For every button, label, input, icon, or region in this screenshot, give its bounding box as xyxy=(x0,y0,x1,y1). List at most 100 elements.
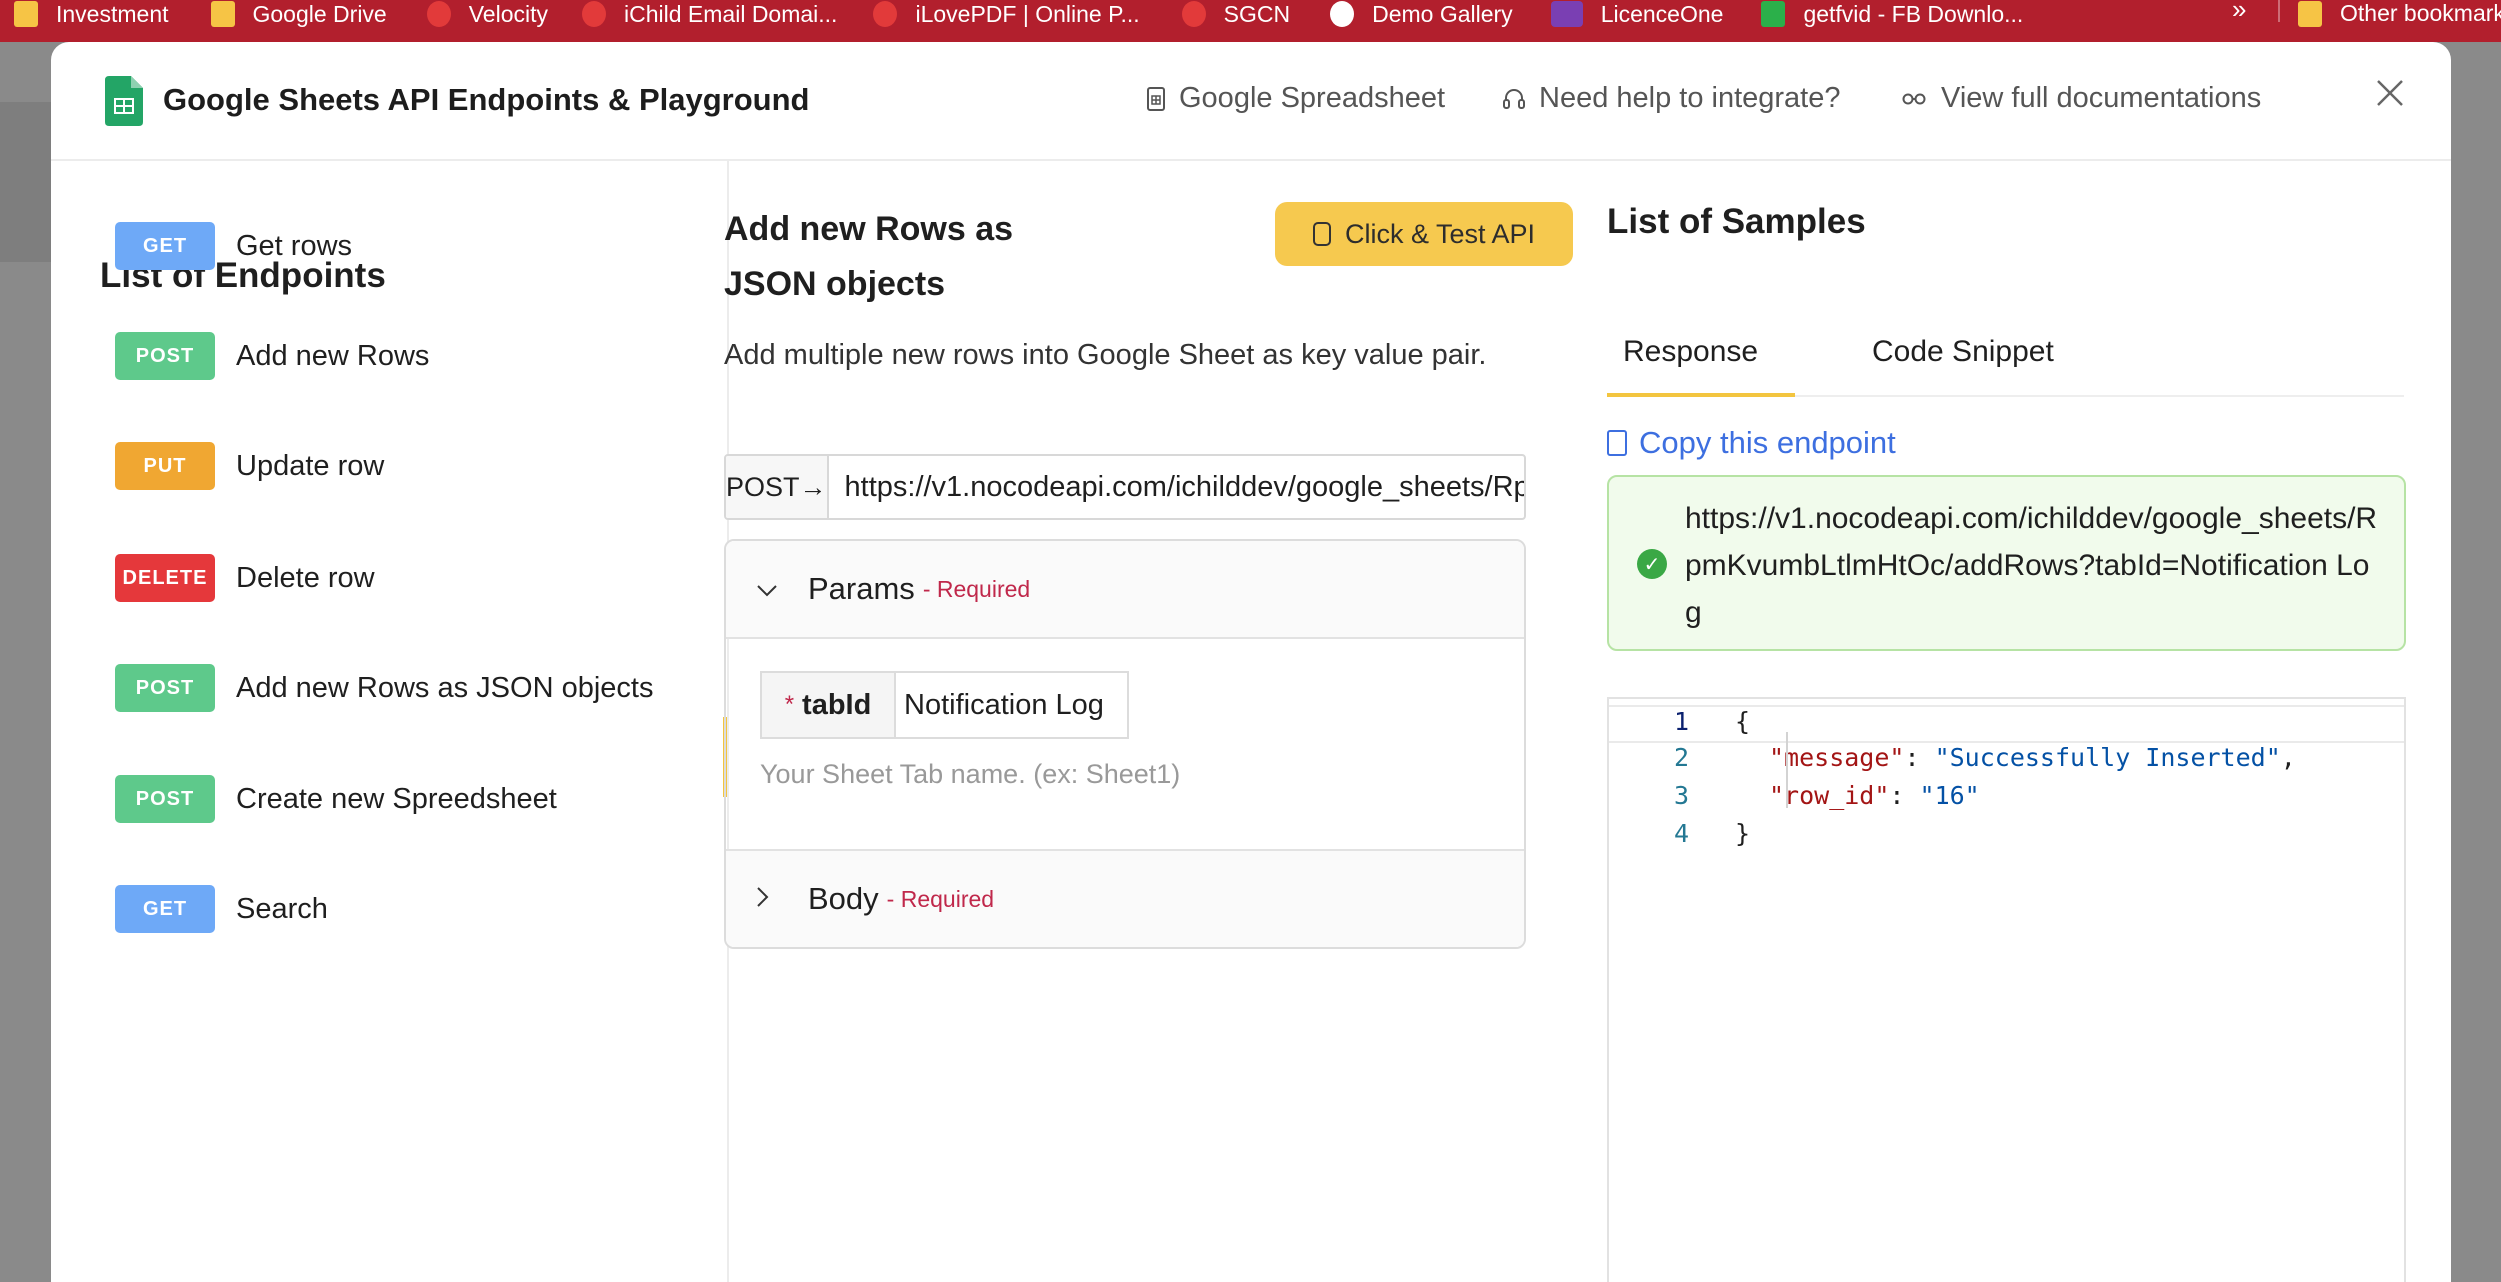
tabid-param-key: * tabId xyxy=(762,673,896,737)
endpoint-label: Get rows xyxy=(236,229,353,262)
page-backdrop-right xyxy=(2451,42,2501,1272)
endpoint-item[interactable]: DELETE Delete row xyxy=(115,554,375,602)
method-label: POST→ xyxy=(726,456,829,518)
code-text: } xyxy=(1735,819,1751,848)
spreadsheet-icon xyxy=(1147,86,1165,111)
samples-tabs: Response Code Snippet xyxy=(1607,325,2404,397)
params-body: * tabId Notification Log Your Sheet Tab … xyxy=(726,637,1524,851)
code-text: "message": "Successfully Inserted", xyxy=(1769,743,2296,772)
params-header[interactable]: Params - Required xyxy=(726,541,1524,637)
headset-icon xyxy=(1503,88,1525,109)
method-badge: PUT xyxy=(115,442,215,490)
code-line: 3 "row_id": "16" xyxy=(1609,781,2404,819)
other-bookmarks[interactable]: Other bookmarks xyxy=(2298,0,2501,27)
endpoint-item[interactable]: POST Add new Rows as JSON objects xyxy=(115,664,653,712)
bookmark-item[interactable]: iChild Email Domai... xyxy=(582,1,837,28)
indent-guide xyxy=(1786,732,1788,808)
bookmark-item[interactable]: SGCN xyxy=(1181,1,1290,28)
bookmark-item[interactable]: getfvid - FB Downlo... xyxy=(1761,1,2023,28)
page-backdrop-left xyxy=(0,42,51,1272)
bookmark-item[interactable]: Velocity xyxy=(426,1,548,28)
endpoint-item[interactable]: GET Get rows xyxy=(115,222,352,270)
folder-icon xyxy=(2298,0,2322,27)
ilovepdf-icon xyxy=(873,1,898,27)
response-code-editor[interactable]: 1{2 "message": "Successfully Inserted", 3 "… xyxy=(1607,697,2406,1282)
code-line: 2 "message": "Successfully Inserted", xyxy=(1609,743,2404,781)
json-value: "Successfully Inserted" xyxy=(1934,743,2281,772)
click-test-api-button[interactable]: Click & Test API xyxy=(1275,202,1573,266)
bookmark-item[interactable]: Google Drive xyxy=(210,1,387,28)
bookmarks-bar: Investment Google Drive Velocity iChild Ema… xyxy=(0,0,2501,42)
body-required-label: - Required xyxy=(886,885,995,912)
endpoint-url-field[interactable]: POST→ https://v1.nocodeapi.com/ichilddev… xyxy=(724,454,1526,520)
endpoint-label: Update row xyxy=(236,449,385,482)
chevron-down-icon xyxy=(756,574,786,605)
method-badge: DELETE xyxy=(115,554,215,602)
copy-icon xyxy=(1607,430,1627,456)
tabid-param-field: * tabId Notification Log xyxy=(760,671,1129,739)
bookmark-item[interactable]: Demo Gallery xyxy=(1330,1,1513,28)
endpoint-url-box: ✓ https://v1.nocodeapi.com/ichilddev/goo… xyxy=(1607,475,2406,651)
bookmark-item[interactable]: iLovePDF | Online P... xyxy=(873,1,1140,28)
tabid-input[interactable]: Notification Log xyxy=(896,673,1104,737)
line-number: 2 xyxy=(1673,743,1689,772)
line-number: 4 xyxy=(1673,819,1689,848)
endpoint-label: Create new Spreedsheet xyxy=(236,782,557,815)
endpoint-label: Search xyxy=(236,892,328,925)
google-spreadsheet-link[interactable]: Google Spreadsheet xyxy=(1147,82,1445,115)
sgcn-icon xyxy=(1181,1,1206,27)
chevron-right-icon xyxy=(756,884,786,915)
endpoints-panel: List of Endpoints GET Get rows POST Add new… xyxy=(51,159,729,1282)
method-badge: GET xyxy=(115,222,215,270)
tab-code-snippet[interactable]: Code Snippet xyxy=(1872,335,2054,369)
sample-endpoint-url: https://v1.nocodeapi.com/ichilddev/googl… xyxy=(1685,502,2378,629)
method-badge: GET xyxy=(115,885,215,933)
copy-endpoint-link[interactable]: Copy this endpoint xyxy=(1607,425,1896,461)
bookmarks-separator xyxy=(2278,0,2280,22)
code-line: 4} xyxy=(1609,819,2404,857)
endpoint-item[interactable]: GET Search xyxy=(115,885,328,933)
mail-icon xyxy=(582,1,606,27)
bookmarks-overflow-button[interactable]: » xyxy=(2232,0,2246,25)
modal-header: Google Sheets API Endpoints & Playground… xyxy=(51,42,2451,161)
tabid-help-text: Your Sheet Tab name. (ex: Sheet1) xyxy=(760,759,1181,789)
endpoint-description: Add multiple new rows into Google Sheet … xyxy=(724,339,1487,371)
folder-icon xyxy=(210,1,235,27)
line-number: 3 xyxy=(1673,781,1689,810)
request-accordion: Params - Required * tabId Notification L… xyxy=(724,539,1526,949)
velocity-icon xyxy=(426,1,451,27)
folder-icon xyxy=(14,1,38,27)
view-documentation-link[interactable]: View full documentations xyxy=(1901,82,2261,115)
method-badge: POST xyxy=(115,775,215,823)
check-circle-icon: ✓ xyxy=(1637,549,1667,579)
link-icon xyxy=(1902,93,1926,104)
help-integrate-link[interactable]: Need help to integrate? xyxy=(1503,82,1841,115)
code-line: 1{ xyxy=(1609,705,2404,743)
samples-heading: List of Samples xyxy=(1607,202,1866,241)
globe-icon xyxy=(1330,1,1355,27)
endpoint-url[interactable]: https://v1.nocodeapi.com/ichilddev/googl… xyxy=(829,456,1524,518)
json-value: "16" xyxy=(1919,781,1980,810)
endpoint-title: Add new Rows as JSON objects xyxy=(724,210,1014,303)
bookmark-item[interactable]: Investment xyxy=(14,1,169,28)
params-required-label: - Required xyxy=(922,575,1031,602)
endpoint-item[interactable]: POST Create new Spreedsheet xyxy=(115,775,557,823)
google-sheets-icon xyxy=(105,76,143,126)
endpoint-label: Add new Rows as JSON objects xyxy=(236,671,654,704)
close-icon[interactable] xyxy=(2375,72,2405,116)
endpoint-item[interactable]: POST Add new Rows xyxy=(115,332,429,380)
endpoint-item[interactable]: PUT Update row xyxy=(115,442,384,490)
bookmark-item[interactable]: LicenceOne xyxy=(1550,1,1723,28)
download-icon xyxy=(1761,1,1786,27)
api-playground-modal: Google Sheets API Endpoints & Playground… xyxy=(51,42,2451,1282)
required-asterisk: * xyxy=(784,691,795,718)
mouse-icon xyxy=(1312,222,1331,246)
endpoint-label: Add new Rows xyxy=(236,339,430,372)
code-text: "row_id": "16" xyxy=(1769,781,1980,810)
body-header[interactable]: Body - Required xyxy=(726,851,1524,947)
body-label: Body xyxy=(808,881,879,916)
active-tab-indicator xyxy=(1607,393,1795,397)
code-text: { xyxy=(1735,707,1751,736)
line-number: 1 xyxy=(1673,707,1689,736)
tab-response[interactable]: Response xyxy=(1623,335,1758,369)
